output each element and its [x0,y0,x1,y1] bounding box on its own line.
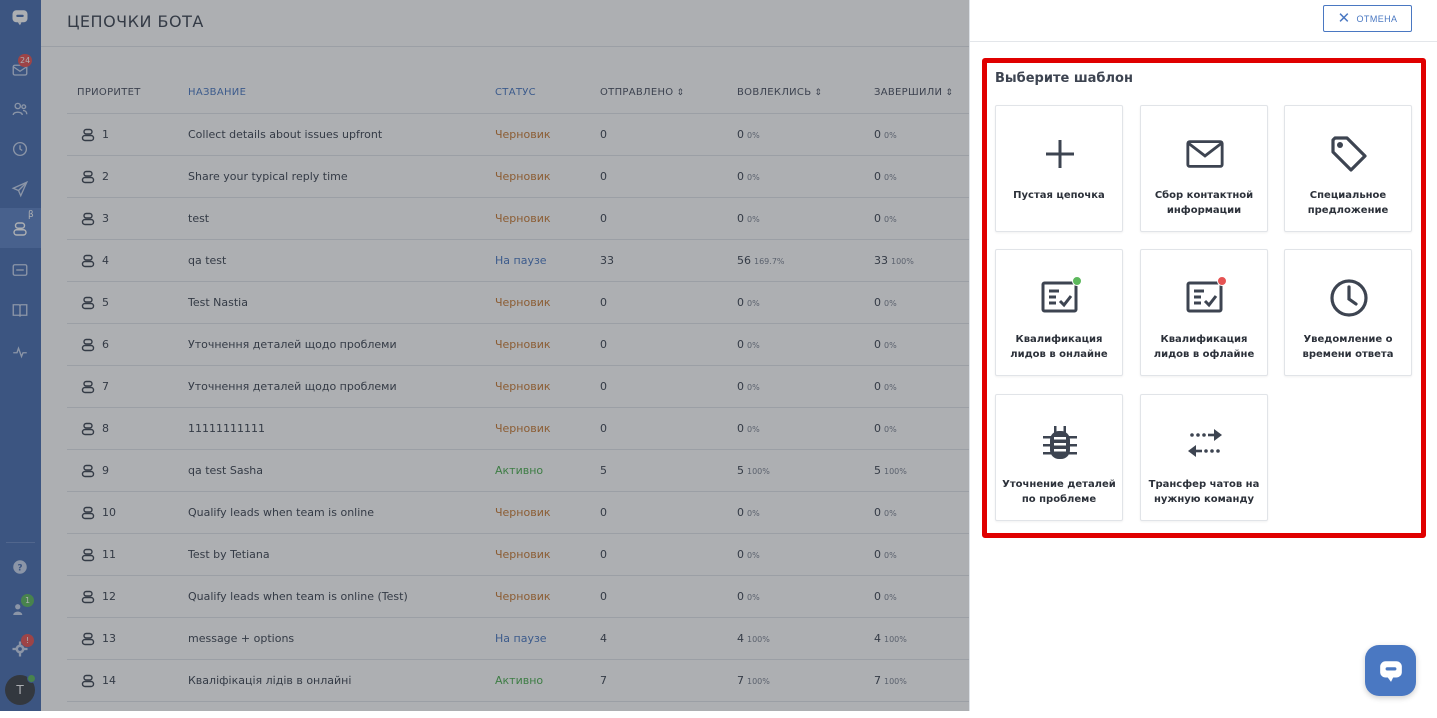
template-card-label: Уточнение деталей по проблеме [1002,479,1116,505]
template-picker-title: Выберите шаблон [995,71,1133,86]
cancel-button[interactable]: ✕ ОТМЕНА [1323,5,1412,32]
tag-icon [1329,134,1369,174]
template-card[interactable]: Уведомление о времени ответа [1284,249,1412,376]
template-card-label: Специальное предложение [1307,190,1389,216]
template-card-label: Уведомление о времени ответа [1302,334,1394,360]
clock-icon [1329,278,1369,318]
modal-backdrop[interactable] [0,0,969,711]
cancel-button-label: ОТМЕНА [1356,13,1398,24]
envelope-icon [1185,134,1225,174]
template-card[interactable]: Специальное предложение [1284,105,1412,232]
plus-icon [1040,134,1080,174]
template-card-label: Трансфер чатов на нужную команду [1148,479,1260,505]
template-card-label: Квалификация лидов в офлайне [1153,334,1255,360]
chat-bubble-icon [1379,660,1402,682]
status-dot [1072,276,1082,286]
template-card-label: Квалификация лидов в онлайне [1010,334,1108,360]
checklist-offline-icon [1185,276,1227,318]
bottom-edge [0,711,1437,718]
bug-icon [1040,423,1080,463]
chat-launcher-button[interactable] [1365,645,1416,696]
template-card[interactable]: Квалификация лидов в онлайне [995,249,1123,376]
template-card[interactable]: Уточнение деталей по проблеме [995,394,1123,521]
template-card[interactable]: Пустая цепочка [995,105,1123,232]
checklist-online-icon [1040,276,1082,318]
template-panel: ✕ ОТМЕНА Выберите шаблон Пустая цепочка С… [969,0,1437,711]
template-card[interactable]: Квалификация лидов в офлайне [1140,249,1268,376]
close-icon: ✕ [1337,10,1351,27]
status-dot [1217,276,1227,286]
transfer-arrows-icon [1185,423,1225,463]
template-card[interactable]: Сбор контактной информации [1140,105,1268,232]
panel-header-divider [970,41,1437,42]
template-card-label: Пустая цепочка [1013,190,1105,201]
template-card-label: Сбор контактной информации [1154,190,1254,216]
template-card[interactable]: Трансфер чатов на нужную команду [1140,394,1268,521]
